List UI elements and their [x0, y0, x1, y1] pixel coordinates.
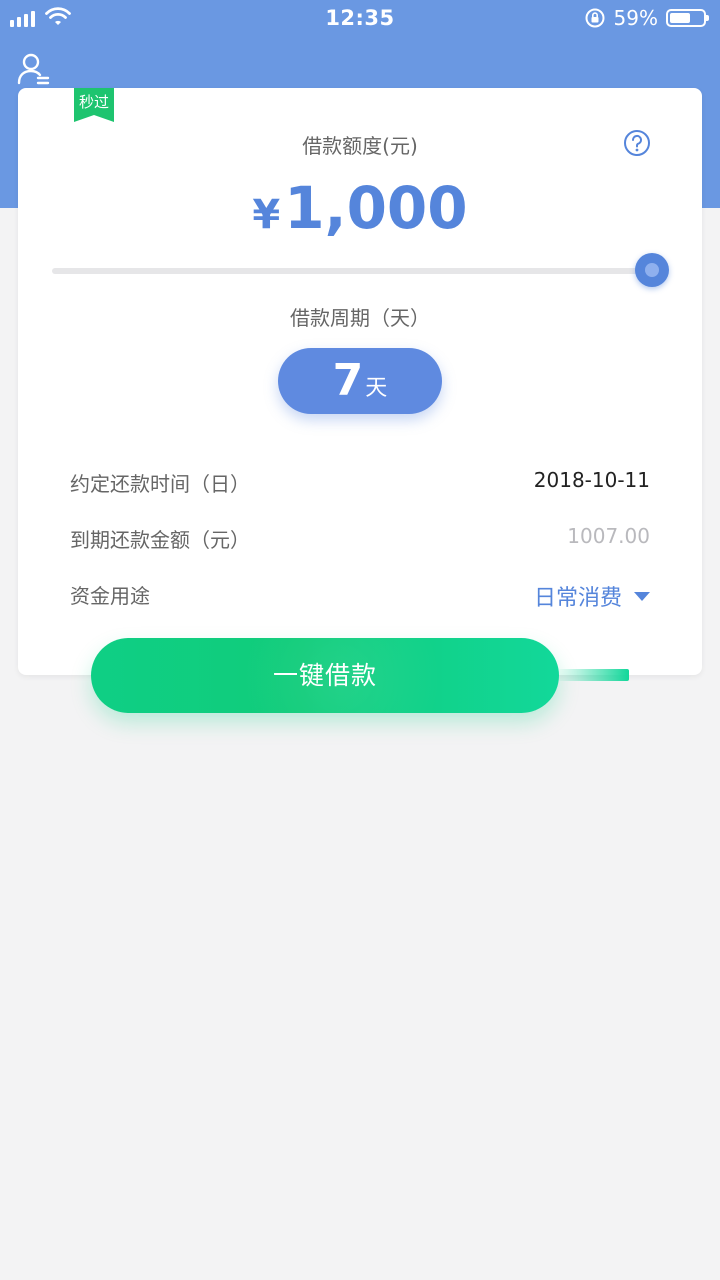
loan-card: 秒过 借款额度(元) ¥1,000 借款周期（天） 7天 约定还款时间（日） 2… — [18, 88, 702, 675]
button-tail-decoration — [556, 669, 629, 681]
loan-amount: ¥1,000 — [18, 174, 702, 242]
battery-percent: 59% — [613, 6, 658, 30]
amount-slider-thumb[interactable] — [635, 253, 669, 287]
fund-purpose-row[interactable]: 资金用途 日常消费 — [70, 580, 650, 612]
period-value: 7 — [332, 355, 364, 406]
amount-slider-track[interactable] — [52, 268, 652, 274]
repayment-date-label: 约定还款时间（日） — [70, 472, 250, 496]
help-icon[interactable] — [623, 129, 651, 157]
fund-purpose-value: 日常消费 — [533, 586, 622, 611]
repayment-date-row: 约定还款时间（日） 2018-10-11 — [70, 468, 650, 498]
status-bar: 12:35 59% — [0, 0, 720, 38]
fund-purpose-dropdown[interactable]: 日常消费 — [534, 580, 650, 612]
period-selector[interactable]: 7天 — [278, 348, 442, 414]
amount-label: 借款额度(元) — [302, 134, 418, 158]
caret-down-icon — [634, 591, 650, 601]
period-unit: 天 — [365, 376, 388, 401]
amount-value: 1,000 — [284, 174, 468, 242]
repayment-amount-value: 1007.00 — [567, 524, 650, 548]
one-click-loan-label: 一键借款 — [272, 661, 377, 690]
user-icon[interactable] — [16, 52, 50, 86]
quick-approval-badge: 秒过 — [78, 93, 109, 111]
fund-purpose-label: 资金用途 — [70, 584, 150, 608]
orientation-lock-icon — [585, 8, 605, 28]
one-click-loan-button[interactable]: 一键借款 — [91, 638, 559, 713]
repayment-amount-label: 到期还款金额（元） — [70, 528, 250, 552]
repayment-amount-row: 到期还款金额（元） 1007.00 — [70, 524, 650, 554]
repayment-date-value: 2018-10-11 — [533, 468, 650, 492]
battery-icon — [666, 9, 709, 27]
currency-symbol: ¥ — [252, 192, 281, 238]
period-label: 借款周期（天） — [290, 306, 430, 330]
